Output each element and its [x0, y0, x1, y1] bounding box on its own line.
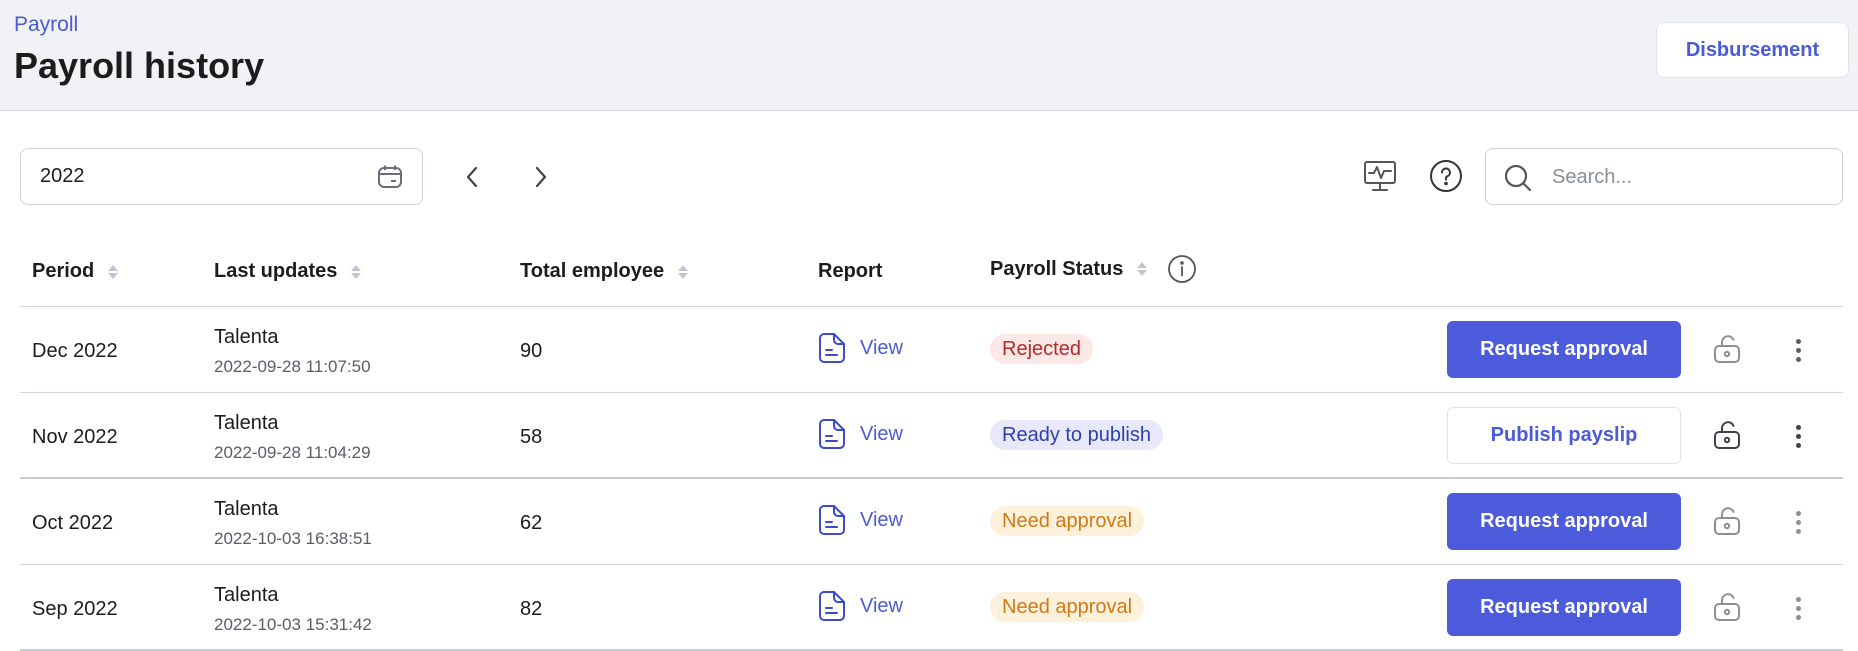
sort-icon[interactable] [351, 264, 362, 279]
view-report-label: View [860, 594, 903, 617]
table-row: Sep 2022 Talenta 2022-10-03 15:31:42 82 … [20, 565, 1843, 651]
page-title: Payroll history [14, 45, 265, 86]
sort-icon[interactable] [108, 264, 119, 279]
period-cell: Sep 2022 [32, 598, 118, 620]
search-box [1485, 148, 1843, 205]
column-last-updates-label: Last updates [214, 260, 338, 282]
disbursement-button[interactable]: Disbursement [1656, 22, 1849, 78]
search-icon [1504, 164, 1532, 192]
sort-icon[interactable] [678, 264, 689, 279]
status-badge: Need approval [990, 506, 1145, 536]
view-report-link[interactable]: View [818, 590, 903, 622]
updated-at: 2022-10-03 15:31:42 [214, 615, 372, 634]
updated-by: Talenta [214, 584, 279, 606]
search-input[interactable] [1552, 161, 1822, 193]
more-options-button[interactable] [1788, 419, 1808, 453]
updated-by: Talenta [214, 326, 279, 348]
prev-year-button[interactable] [455, 160, 489, 194]
status-badge: Ready to publish [990, 420, 1163, 450]
year-value: 2022 [40, 165, 85, 187]
payroll-table: Period Last updates Total employee Repor… [20, 240, 1843, 651]
period-cell: Nov 2022 [32, 426, 118, 448]
table-row: Dec 2022 Talenta 2022-09-28 11:07:50 90 … [20, 307, 1843, 393]
view-report-link[interactable]: View [818, 332, 903, 364]
more-options-button[interactable] [1788, 505, 1808, 539]
total-employee-cell: 62 [520, 512, 543, 534]
document-icon [819, 505, 845, 535]
help-button[interactable] [1425, 155, 1467, 197]
table-header: Period Last updates Total employee Repor… [20, 240, 1843, 307]
document-icon [819, 333, 845, 363]
column-period[interactable]: Period [32, 260, 119, 283]
table-row: Oct 2022 Talenta 2022-10-03 16:38:51 62 … [20, 479, 1843, 565]
updated-at: 2022-10-03 16:38:51 [214, 529, 372, 548]
total-employee-cell: 82 [520, 598, 543, 620]
unlock-icon[interactable] [1713, 420, 1741, 450]
document-icon [819, 419, 845, 449]
help-circle-icon [1430, 160, 1462, 192]
request-approval-button[interactable]: Request approval [1447, 579, 1681, 636]
sort-icon[interactable] [1137, 262, 1148, 276]
column-last-updates[interactable]: Last updates [214, 260, 362, 283]
unlock-icon[interactable] [1713, 506, 1741, 536]
status-badge: Need approval [990, 592, 1145, 622]
column-payroll-status[interactable]: Payroll Status [990, 254, 1197, 284]
monitor-button[interactable] [1359, 155, 1401, 197]
breadcrumb-payroll[interactable]: Payroll [14, 13, 78, 37]
chevron-left-icon [466, 166, 478, 188]
column-total-employee[interactable]: Total employee [520, 260, 689, 283]
column-period-label: Period [32, 260, 95, 282]
year-picker[interactable]: 2022 [20, 148, 423, 205]
calendar-icon[interactable] [376, 163, 404, 191]
unlock-icon[interactable] [1713, 334, 1741, 364]
unlock-icon[interactable] [1713, 592, 1741, 622]
next-year-button[interactable] [524, 160, 558, 194]
updated-by: Talenta [214, 412, 279, 434]
view-report-label: View [860, 508, 903, 531]
table-row: Nov 2022 Talenta 2022-09-28 11:04:29 58 … [20, 393, 1843, 479]
info-icon[interactable] [1167, 254, 1197, 284]
view-report-link[interactable]: View [818, 504, 903, 536]
column-payroll-status-label: Payroll Status [990, 257, 1124, 280]
chevron-right-icon [535, 166, 547, 188]
more-options-button[interactable] [1788, 333, 1808, 367]
updated-at: 2022-09-28 11:07:50 [214, 357, 371, 376]
document-icon [819, 591, 845, 621]
page-header: Payroll Payroll history Disbursement [0, 0, 1858, 111]
publish-payslip-button[interactable]: Publish payslip [1447, 407, 1681, 464]
request-approval-button[interactable]: Request approval [1447, 493, 1681, 550]
view-report-link[interactable]: View [818, 418, 903, 450]
monitor-icon [1364, 161, 1396, 191]
request-approval-button[interactable]: Request approval [1447, 321, 1681, 378]
period-cell: Dec 2022 [32, 340, 118, 362]
total-employee-cell: 90 [520, 340, 543, 362]
more-options-button[interactable] [1788, 591, 1808, 625]
updated-at: 2022-09-28 11:04:29 [214, 443, 371, 462]
column-report-label: Report [818, 260, 883, 282]
total-employee-cell: 58 [520, 426, 543, 448]
view-report-label: View [860, 422, 903, 445]
view-report-label: View [860, 336, 903, 359]
updated-by: Talenta [214, 498, 279, 520]
period-cell: Oct 2022 [32, 512, 114, 534]
column-total-employee-label: Total employee [520, 260, 665, 282]
column-report: Report [818, 260, 882, 283]
status-badge: Rejected [990, 334, 1093, 364]
